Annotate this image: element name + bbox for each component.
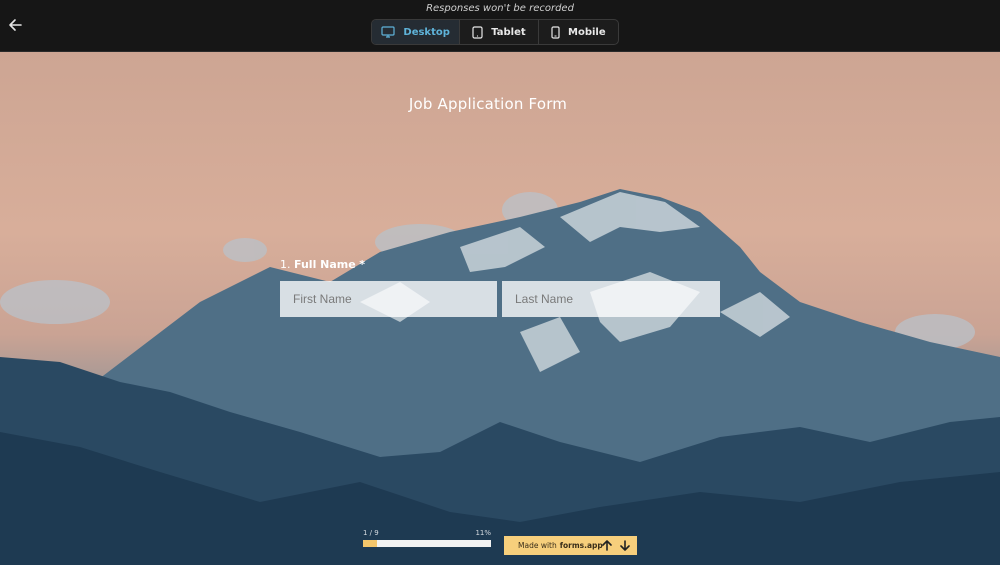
question-number: 1. [280, 258, 291, 271]
tab-desktop[interactable]: Desktop [372, 20, 461, 44]
progress-count: 1 / 9 [363, 529, 379, 537]
back-button[interactable] [5, 15, 25, 35]
next-question-button[interactable] [618, 539, 631, 552]
progress-fill [363, 540, 378, 547]
tab-tablet[interactable]: Tablet [460, 20, 539, 44]
tab-mobile[interactable]: Mobile [539, 20, 618, 44]
brand-name: forms.app [559, 541, 603, 550]
previous-question-button[interactable] [600, 539, 613, 552]
mobile-icon [551, 25, 560, 39]
tab-tablet-label: Tablet [491, 26, 526, 38]
last-name-input[interactable] [502, 281, 720, 317]
form-preview: Job Application Form 1. Full Name * 1 / … [0, 52, 1000, 565]
mountain-background-image [0, 189, 1000, 565]
arrow-up-icon [601, 540, 612, 551]
tablet-icon [472, 25, 483, 39]
progress-track [363, 540, 491, 547]
first-name-input[interactable] [280, 281, 497, 317]
question-label: 1. Full Name * [280, 258, 365, 271]
form-title: Job Application Form [408, 95, 568, 113]
device-switcher: Desktop Tablet Mobile [371, 19, 619, 45]
progress-percent: 11% [475, 529, 491, 537]
arrow-down-icon [619, 540, 630, 551]
question-text: Full Name [294, 258, 356, 271]
made-with-badge[interactable]: Made with forms.app [504, 536, 637, 555]
monitor-icon [381, 26, 395, 38]
tab-mobile-label: Mobile [568, 26, 606, 38]
progress-indicator: 1 / 9 11% [363, 529, 491, 547]
required-mark: * [359, 258, 365, 271]
tab-desktop-label: Desktop [403, 26, 450, 38]
preview-topbar: Responses won't be recorded Desktop Tabl… [0, 0, 1000, 52]
responses-notice: Responses won't be recorded [426, 3, 574, 14]
made-with-text: Made with [518, 541, 557, 550]
arrow-left-icon [9, 19, 22, 31]
